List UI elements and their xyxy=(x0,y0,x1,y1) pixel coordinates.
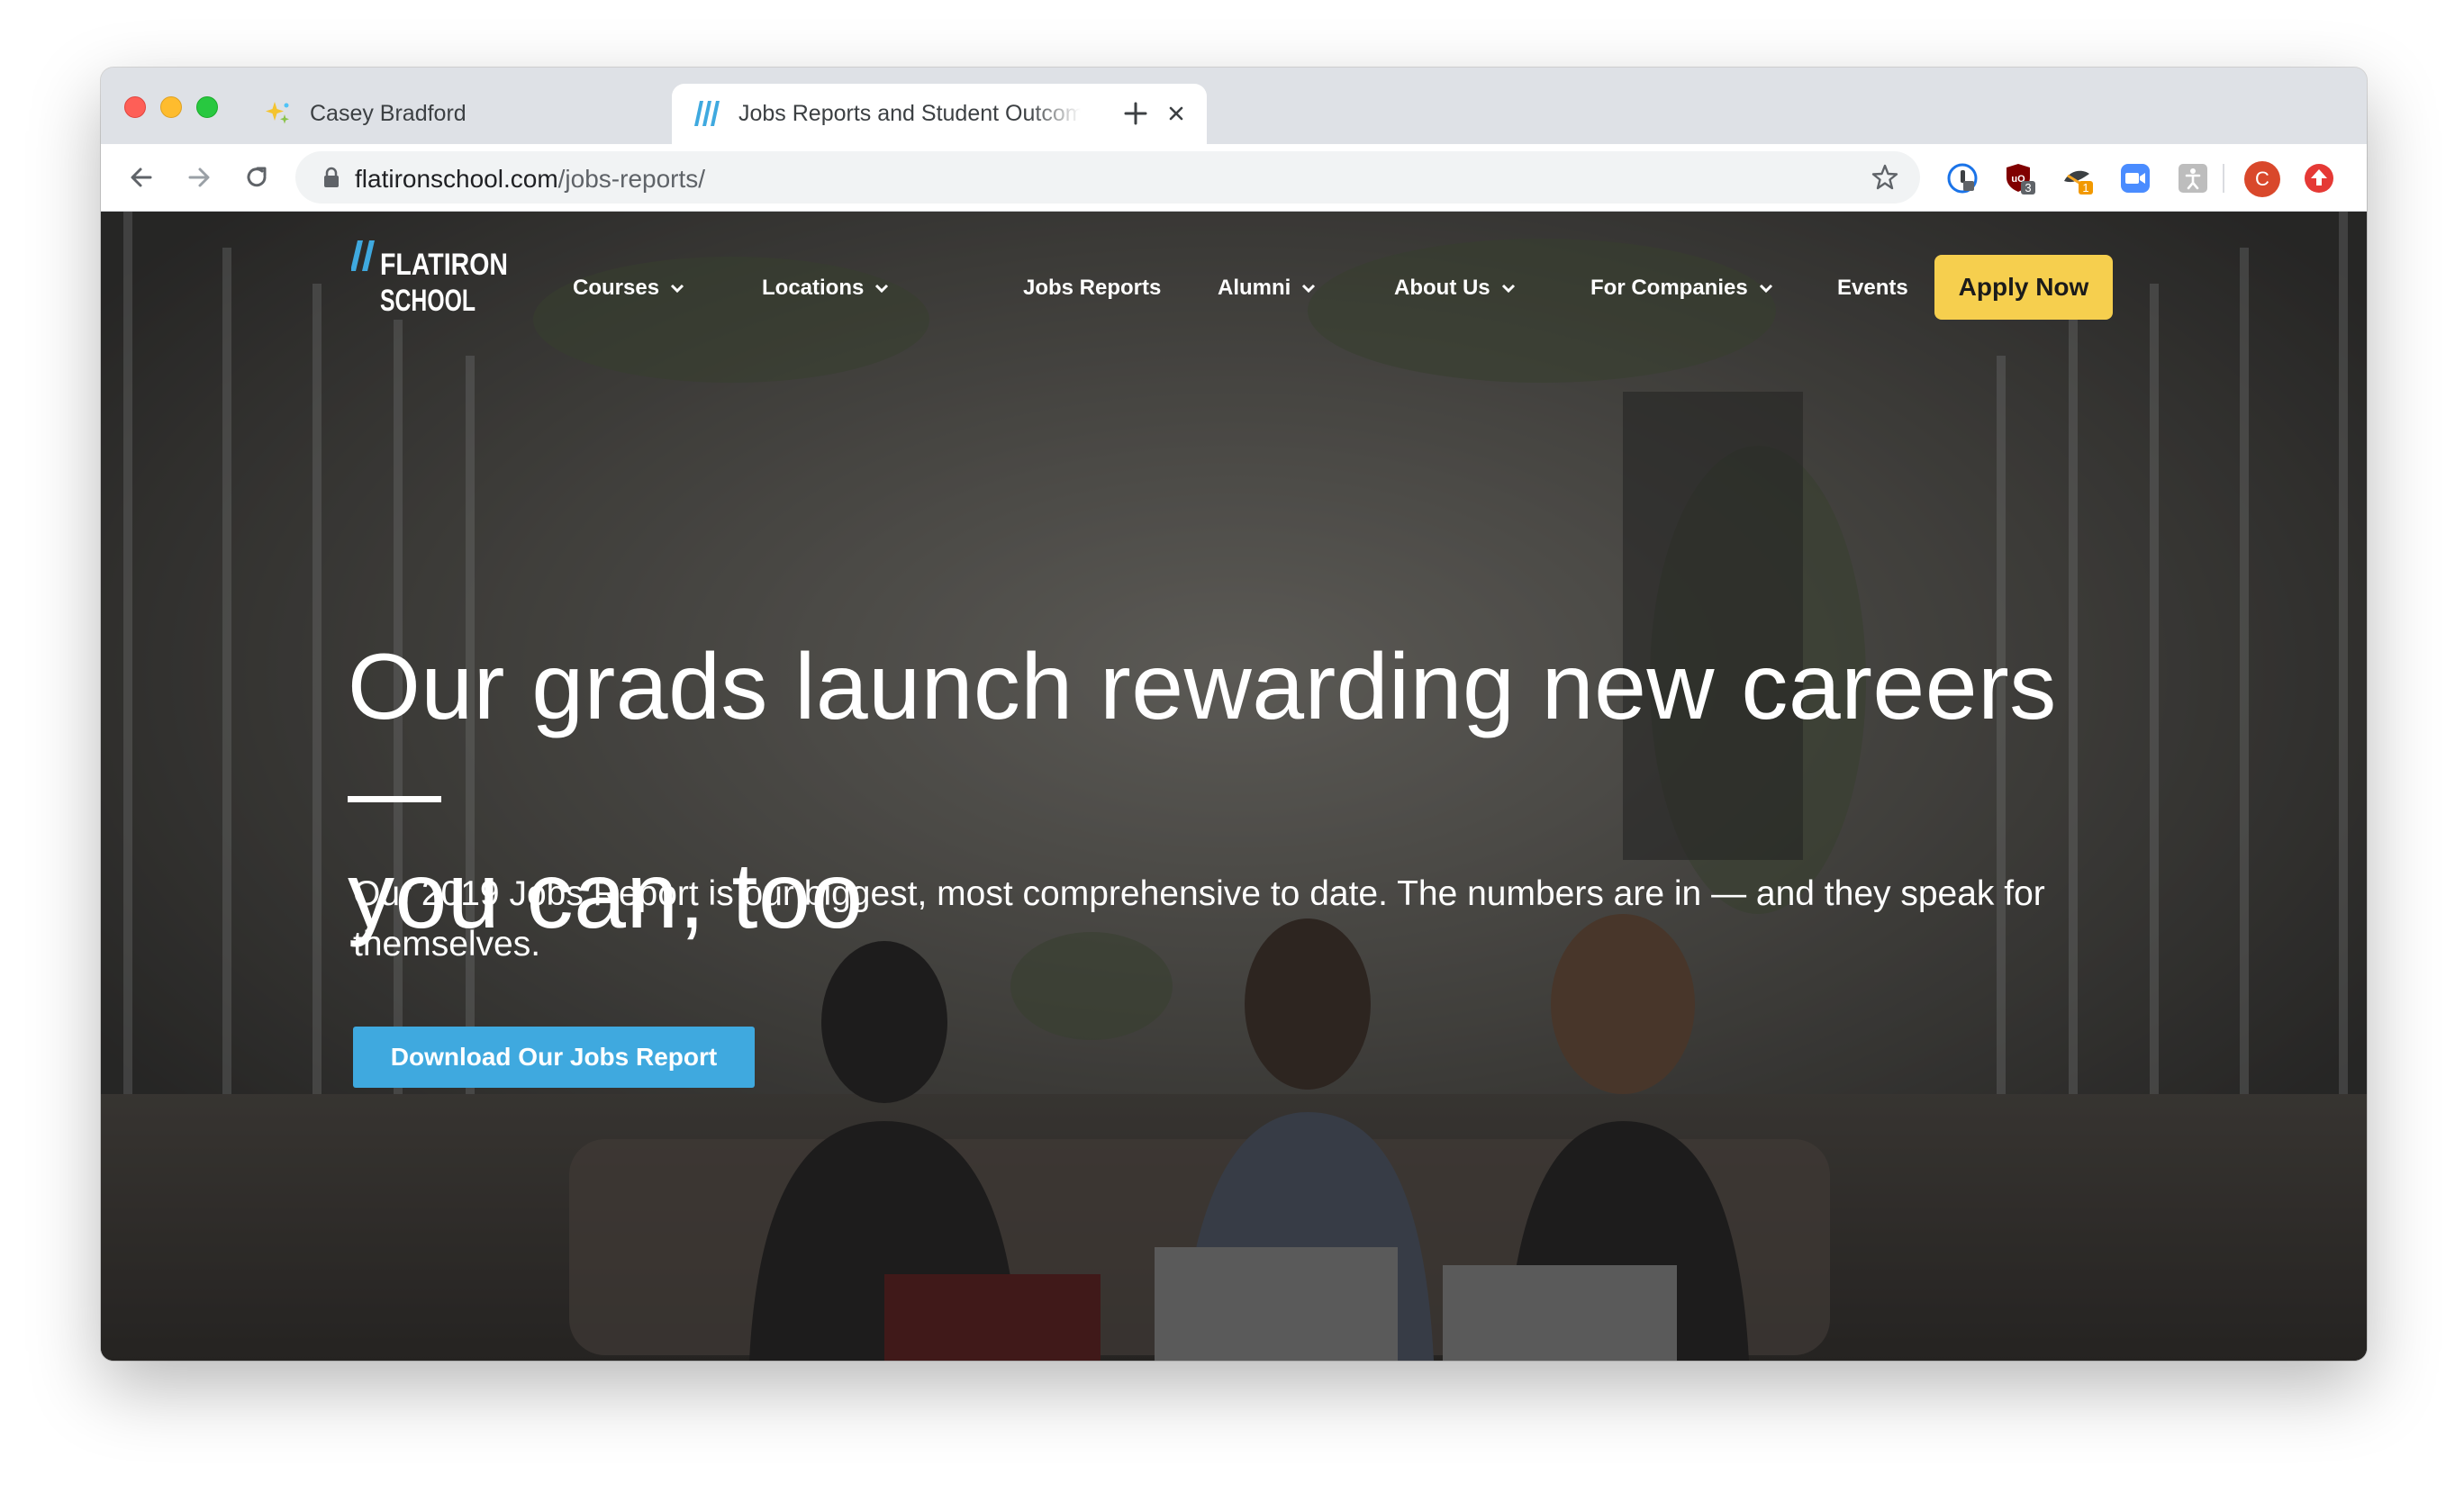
url-host: flatironschool.com xyxy=(355,165,558,193)
url-path: /jobs-reports/ xyxy=(557,165,706,193)
download-jobs-report-button[interactable]: Download Our Jobs Report xyxy=(353,1027,755,1088)
nav-item-courses[interactable]: Courses xyxy=(573,275,686,302)
profile-initial: C xyxy=(2255,167,2269,190)
accessibility-extension-icon[interactable] xyxy=(2176,161,2210,195)
nav-label: Alumni xyxy=(1218,276,1291,300)
profile-avatar[interactable]: C xyxy=(2244,161,2280,197)
honey-badge: 1 xyxy=(2082,181,2088,195)
nav-item-about-us[interactable]: About Us xyxy=(1394,275,1517,302)
logo-line-2: SCHOOL xyxy=(380,284,476,318)
new-tab-plus-icon[interactable] xyxy=(1120,98,1151,129)
honey-icon[interactable]: 1 xyxy=(2061,161,2095,195)
1password-icon[interactable] xyxy=(1945,161,1979,195)
nav-label: For Companies xyxy=(1590,276,1748,300)
zoom-icon[interactable] xyxy=(2118,161,2152,195)
apply-now-button[interactable]: Apply Now xyxy=(1934,255,2113,320)
chevron-down-icon xyxy=(1759,284,1772,294)
back-arrow-icon[interactable] xyxy=(126,162,157,193)
sparkle-icon xyxy=(266,102,289,124)
bookmark-star-icon[interactable] xyxy=(1870,162,1900,193)
close-icon[interactable] xyxy=(1164,101,1189,126)
chevron-down-icon xyxy=(670,284,684,294)
nav-item-alumni[interactable]: Alumni xyxy=(1218,275,1318,302)
maximize-window-button[interactable] xyxy=(196,96,218,118)
tab-title: Casey Bradford xyxy=(310,101,467,126)
nav-item-jobs-reports[interactable]: Jobs Reports xyxy=(1023,275,1161,302)
nav-label: Courses xyxy=(573,276,660,300)
forward-arrow-icon[interactable] xyxy=(184,162,214,193)
tab-title: Jobs Reports and Student Outcomes xyxy=(738,101,1081,126)
toolbar-divider xyxy=(2223,164,2224,193)
nav-label: Events xyxy=(1837,276,1908,300)
url-text[interactable]: flatironschool.com/jobs-reports/ xyxy=(355,165,705,194)
flatiron-school-logo[interactable]: FLATIRON SCHOOL xyxy=(351,237,513,318)
logo-line-1: FLATIRON xyxy=(380,248,508,282)
chevron-down-icon xyxy=(875,284,889,294)
ublock-shield-icon[interactable]: uO 3 xyxy=(2003,161,2037,195)
update-arrow-icon[interactable] xyxy=(2302,161,2336,195)
tab-strip: Casey Bradford Jobs Reports and Student … xyxy=(101,68,2367,144)
address-bar[interactable]: flatironschool.com/jobs-reports/ xyxy=(295,151,1920,204)
chevron-down-icon xyxy=(1302,284,1316,294)
nav-label: Locations xyxy=(762,276,865,300)
reload-icon[interactable] xyxy=(241,162,272,193)
nav-item-events[interactable]: Events xyxy=(1837,275,1908,302)
nav-item-for-companies[interactable]: For Companies xyxy=(1590,275,1775,302)
close-window-button[interactable] xyxy=(124,96,146,118)
hero-headline-line-1: Our grads launch rewarding new careers — xyxy=(348,635,2057,844)
chevron-down-icon xyxy=(1501,284,1515,294)
ublock-badge: 3 xyxy=(2025,181,2031,195)
nav-label: Jobs Reports xyxy=(1023,276,1162,300)
page-viewport: FLATIRON SCHOOL Courses Locations Jobs R… xyxy=(101,212,2367,1361)
flatiron-slashes-icon xyxy=(694,101,720,126)
minimize-window-button[interactable] xyxy=(160,96,182,118)
lock-icon[interactable] xyxy=(322,167,340,188)
browser-window: Casey Bradford Jobs Reports and Student … xyxy=(101,68,2367,1361)
site-navbar: FLATIRON SCHOOL Courses Locations Jobs R… xyxy=(101,212,2367,356)
nav-item-locations[interactable]: Locations xyxy=(762,275,891,302)
browser-toolbar: flatironschool.com/jobs-reports/ uO 3 1 … xyxy=(101,144,2367,212)
hero-subheading: Our 2019 Jobs Report is our biggest, mos… xyxy=(353,874,2045,964)
nav-label: About Us xyxy=(1394,276,1490,300)
